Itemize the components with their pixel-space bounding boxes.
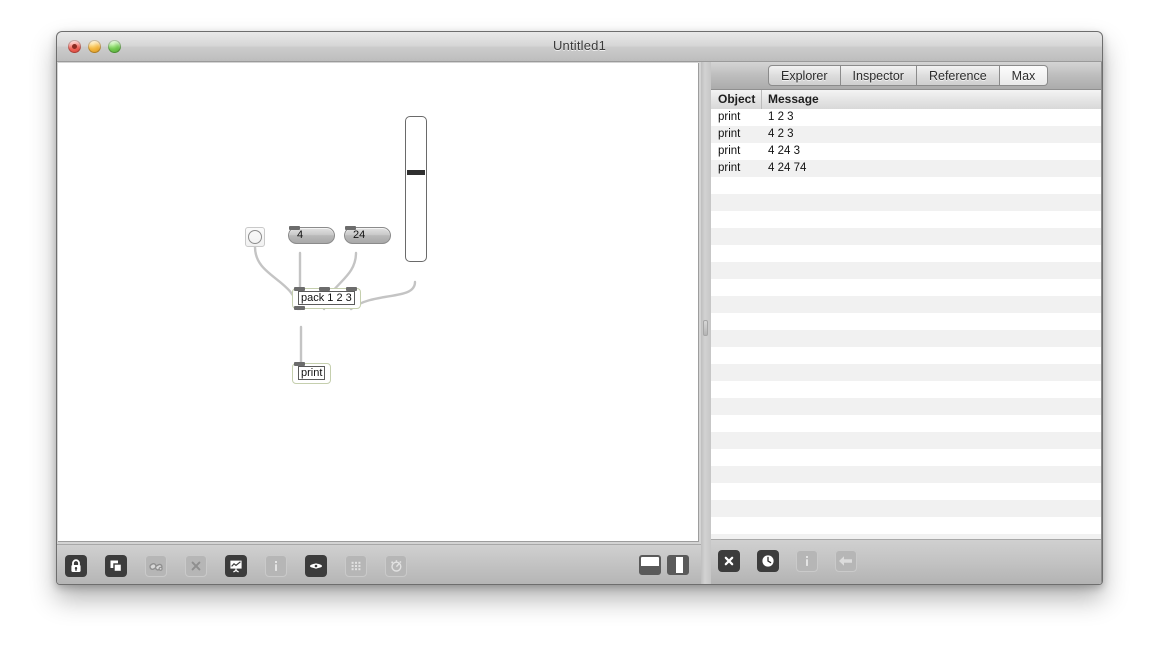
back-arrow-icon — [835, 550, 857, 572]
console-row-message: 1 2 3 — [768, 111, 794, 123]
lock-icon[interactable] — [65, 555, 87, 577]
print-inlet-0[interactable] — [294, 362, 305, 366]
console-row-message: 4 2 3 — [768, 128, 794, 140]
column-header-message: Message — [768, 92, 819, 106]
console-row[interactable] — [711, 228, 1102, 245]
console-row[interactable] — [711, 432, 1102, 449]
column-header-object: Object — [718, 92, 756, 106]
console-row[interactable] — [711, 177, 1102, 194]
patch-canvas[interactable]: 4 24 pack 1 2 3 print — [58, 63, 699, 542]
grid-icon — [345, 555, 367, 577]
window-body: 4 24 pack 1 2 3 print Explorer Inspector… — [57, 62, 1102, 584]
console-row-message: 4 24 3 — [768, 145, 800, 157]
patcher-view-buttons — [639, 555, 689, 575]
window-title: Untitled1 — [552, 38, 607, 53]
console-row[interactable] — [711, 262, 1102, 279]
patcher-toolbar-icons — [65, 555, 407, 577]
console-row-object: print — [718, 111, 741, 123]
console-row-message: 4 24 74 — [768, 162, 807, 174]
tab-explorer[interactable]: Explorer — [768, 65, 841, 86]
console-row[interactable] — [711, 279, 1102, 296]
vertical-slider[interactable] — [405, 116, 427, 262]
console-tabs: Explorer Inspector Reference Max — [768, 65, 1049, 86]
console-row[interactable] — [711, 347, 1102, 364]
column-divider — [761, 90, 762, 109]
console-row[interactable] — [711, 449, 1102, 466]
console-row[interactable] — [711, 466, 1102, 483]
number-box-24-value: 24 — [353, 229, 366, 241]
console-row[interactable] — [711, 483, 1102, 500]
console-row[interactable]: print 1 2 3 — [711, 109, 1102, 126]
console-row-object: print — [718, 145, 741, 157]
console-row[interactable] — [711, 313, 1102, 330]
console-row[interactable]: print 4 24 74 — [711, 160, 1102, 177]
bang-object[interactable] — [245, 227, 265, 247]
console-right-edge — [1101, 62, 1102, 584]
console-row[interactable]: print 4 2 3 — [711, 126, 1102, 143]
info-icon — [265, 555, 287, 577]
console-row[interactable] — [711, 500, 1102, 517]
console-row[interactable] — [711, 245, 1102, 262]
console-toolbar-icons — [718, 550, 857, 572]
patch-cords — [253, 245, 417, 383]
tab-inspector[interactable]: Inspector — [840, 65, 917, 86]
console-row[interactable] — [711, 364, 1102, 381]
print-object[interactable]: print — [292, 363, 332, 384]
horizontal-split-button[interactable] — [639, 555, 661, 575]
console-row[interactable] — [711, 415, 1102, 432]
console-row[interactable] — [711, 194, 1102, 211]
console-column-headers: Object Message — [711, 90, 1102, 110]
pack-inlet-0[interactable] — [294, 287, 305, 291]
screen: Untitled1 4 24 pack 1 2 3 print Explorer… — [0, 0, 1160, 662]
pack-outlet-0[interactable] — [294, 306, 305, 310]
signal-scope-icon[interactable] — [225, 555, 247, 577]
console-row-object: print — [718, 162, 741, 174]
patcher-toolbar — [57, 544, 701, 584]
console-tabstrip: Explorer Inspector Reference Max — [711, 62, 1102, 90]
gauge-icon — [385, 555, 407, 577]
clear-console-icon[interactable] — [718, 550, 740, 572]
window-titlebar[interactable]: Untitled1 — [57, 32, 1102, 62]
pack-inlet-2[interactable] — [346, 287, 357, 291]
vertical-slider-knob[interactable] — [407, 170, 425, 175]
console-row-object: print — [718, 128, 741, 140]
console-pane: Explorer Inspector Reference Max Object … — [711, 62, 1102, 584]
splitter-grip[interactable] — [703, 320, 708, 336]
pack-inlet-1[interactable] — [319, 287, 330, 291]
tab-max[interactable]: Max — [999, 65, 1049, 86]
tab-reference[interactable]: Reference — [916, 65, 1000, 86]
pane-splitter[interactable] — [701, 62, 711, 584]
console-row[interactable] — [711, 330, 1102, 347]
vertical-split-button[interactable] — [667, 555, 689, 575]
clock-icon[interactable] — [757, 550, 779, 572]
console-row[interactable]: print 4 24 3 — [711, 143, 1102, 160]
presentation-mode-icon — [145, 555, 167, 577]
number-box-4-inlet — [289, 226, 300, 230]
console-toolbar — [711, 539, 1102, 584]
info-icon — [796, 550, 818, 572]
number-box-24-inlet — [345, 226, 356, 230]
print-object-label: print — [298, 366, 326, 380]
inspector-oval-icon[interactable] — [305, 555, 327, 577]
console-row[interactable] — [711, 211, 1102, 228]
console-message-list[interactable]: print 1 2 3 print 4 2 3 print 4 24 3 print 4 24… — [711, 109, 1102, 540]
console-row[interactable] — [711, 398, 1102, 415]
console-row[interactable] — [711, 381, 1102, 398]
number-box-4-value: 4 — [297, 229, 304, 241]
patcher-pane: 4 24 pack 1 2 3 print — [57, 62, 701, 584]
max-patcher-window: Untitled1 4 24 pack 1 2 3 print Explorer… — [56, 31, 1103, 585]
bang-circle-icon — [248, 230, 262, 244]
close-x-icon — [185, 555, 207, 577]
console-row[interactable] — [711, 517, 1102, 534]
console-row[interactable] — [711, 296, 1102, 313]
pack-object-label: pack 1 2 3 — [298, 291, 355, 305]
add-object-icon[interactable] — [105, 555, 127, 577]
